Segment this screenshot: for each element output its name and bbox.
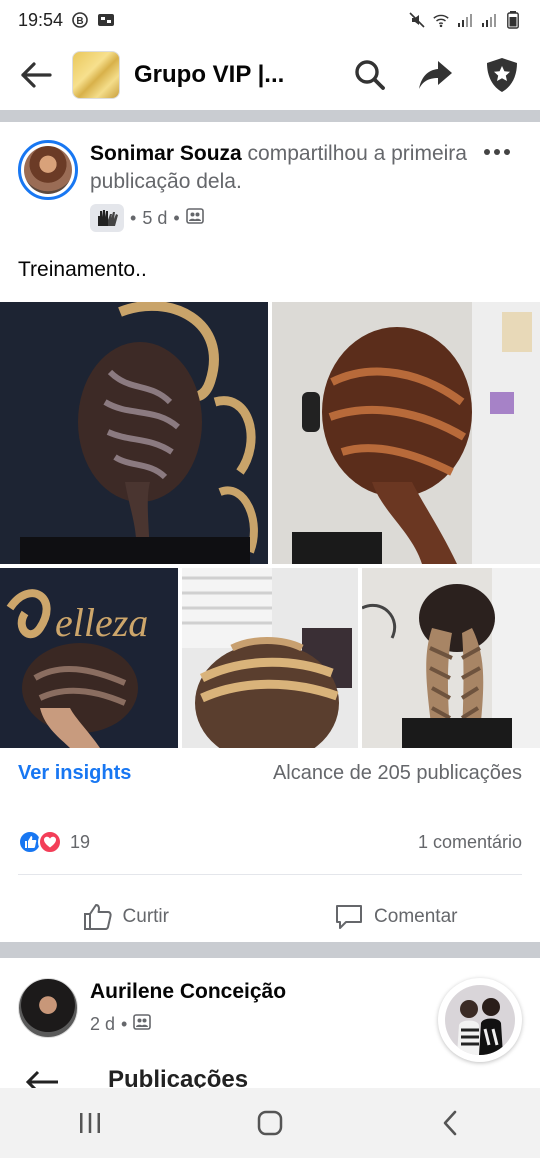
group-audience-icon [133, 1014, 152, 1035]
post-author-line: Sonimar Souza compartilhou a primeira pu… [90, 140, 480, 196]
photo-braid-3[interactable]: elleza [0, 568, 178, 748]
share-icon [419, 61, 452, 89]
reaction-count: 19 [70, 831, 91, 852]
sheet-back-icon[interactable] [24, 1068, 60, 1088]
status-time: 19:54 [18, 9, 64, 30]
home-icon [257, 1110, 283, 1136]
group-header: Grupo VIP |... [0, 40, 540, 110]
search-button[interactable] [350, 55, 390, 95]
back-arrow-icon [21, 62, 52, 88]
post-text: Treinamento.. [18, 258, 147, 281]
post-meta: • 5 d • [90, 204, 204, 232]
recent-apps-icon [80, 1113, 100, 1133]
comments-count[interactable]: 1 comentário [418, 832, 522, 853]
home-button[interactable] [240, 1103, 300, 1143]
floating-profile-bubble[interactable] [438, 978, 522, 1062]
battery-icon [504, 11, 522, 29]
admin-tools-button[interactable] [482, 55, 522, 95]
signal-icon [480, 11, 498, 29]
reactions-row: 19 1 comentário [18, 830, 522, 854]
status-bar: 19:54 B [0, 0, 540, 40]
comment-button[interactable]: Comentar [334, 903, 457, 931]
back-button[interactable] [14, 53, 58, 97]
thumbs-up-icon [83, 904, 112, 930]
view-insights-link[interactable]: Ver insights [18, 762, 131, 785]
post-actions: Curtir Comentar [0, 892, 540, 942]
meta-separator: • [130, 207, 137, 228]
group-audience-icon [185, 207, 204, 229]
b-badge-icon: B [71, 11, 89, 29]
signal-icon [456, 11, 474, 29]
more-options-button[interactable] [482, 142, 512, 162]
like-button[interactable]: Curtir [83, 903, 169, 931]
group-cover-thumbnail[interactable] [72, 51, 120, 99]
actions-divider [18, 874, 522, 875]
more-dots-icon [484, 149, 510, 155]
hands-icon [90, 204, 124, 232]
photo-braid-1[interactable] [0, 302, 268, 564]
meta-separator: • [121, 1014, 128, 1034]
reach-label: Alcance de 205 publicações [272, 762, 522, 784]
share-button[interactable] [416, 55, 456, 95]
photo-braid-2[interactable] [272, 302, 540, 564]
back-chevron-icon [443, 1110, 457, 1136]
sheet-title: Publicações [108, 1066, 249, 1088]
reactions-summary[interactable]: 19 [18, 830, 90, 854]
shield-star-icon [487, 58, 517, 92]
post-card: Sonimar Souza compartilhou a primeira pu… [0, 122, 540, 930]
insights-row: Ver insights Alcance de 205 publicações [18, 762, 522, 785]
author-avatar-2[interactable] [18, 978, 78, 1038]
photo-braid-4[interactable] [182, 568, 358, 748]
author-avatar[interactable] [18, 140, 78, 200]
author-name-2[interactable]: Aurilene Conceição [90, 980, 286, 1004]
system-nav-bar [0, 1088, 540, 1158]
photo-braid-5[interactable] [362, 568, 540, 748]
svg-text:elleza: elleza [55, 600, 148, 645]
screenshot-icon [97, 11, 115, 29]
mute-icon [408, 11, 426, 29]
post-meta-2: 2 d • [90, 1014, 152, 1035]
like-label: Curtir [122, 906, 169, 927]
meta-separator: • [173, 207, 180, 228]
search-icon [355, 60, 385, 90]
comment-label: Comentar [374, 906, 458, 927]
section-divider [0, 110, 540, 122]
page-title[interactable]: Grupo VIP |... [134, 61, 304, 89]
love-reaction-icon [38, 830, 62, 854]
post-time-2[interactable]: 2 d [90, 1014, 115, 1035]
section-divider [0, 942, 540, 958]
svg-text:B: B [76, 16, 83, 27]
photo-gallery: elleza [0, 302, 540, 748]
comment-icon [336, 905, 363, 929]
bottom-sheet-peek: Publicações [0, 1060, 540, 1088]
back-nav-button[interactable] [420, 1103, 480, 1143]
post-time[interactable]: 5 d [142, 208, 167, 229]
wifi-icon [432, 11, 450, 29]
recent-apps-button[interactable] [60, 1103, 120, 1143]
author-name[interactable]: Sonimar Souza [90, 142, 242, 165]
